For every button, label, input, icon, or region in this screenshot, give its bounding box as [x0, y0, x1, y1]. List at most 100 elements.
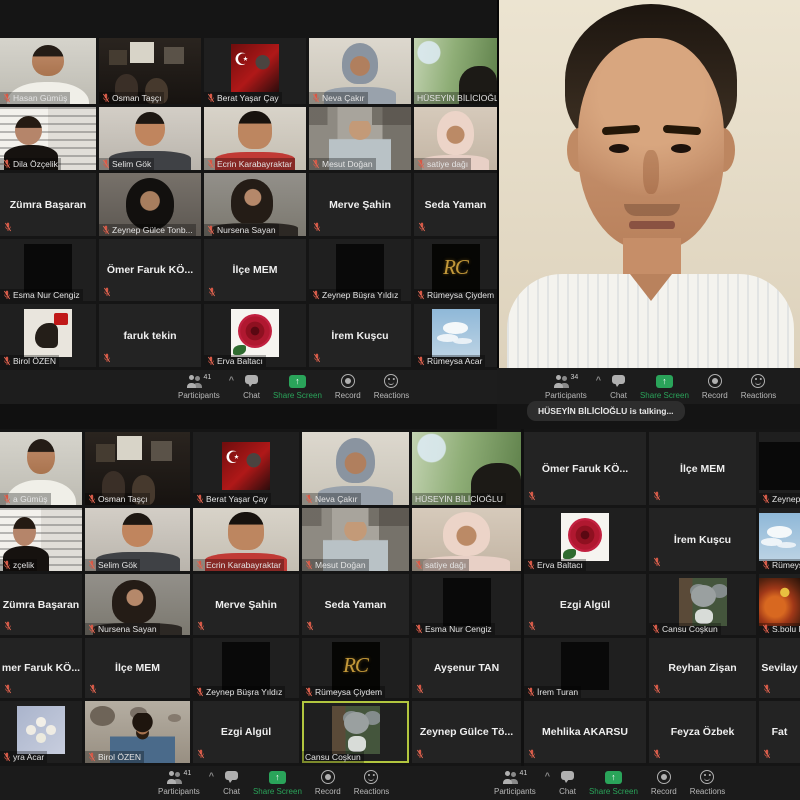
participant-tile[interactable]: satiye dağı	[412, 508, 521, 571]
participant-name: Zümra Başaran	[0, 574, 82, 635]
participant-tile[interactable]: Esma Nur Cengiz	[0, 239, 96, 301]
participant-tile[interactable]: Birol ÖZEN	[0, 304, 96, 367]
participant-tile[interactable]: Dila Özçelik	[0, 107, 96, 170]
participants-caret[interactable]: ^	[229, 375, 234, 385]
participant-tile[interactable]: Osman Taşçı	[85, 432, 190, 505]
participant-tile[interactable]: HÜSEYİN BİLİCİOĞLU	[414, 38, 497, 104]
participant-tile[interactable]: Ecrin Karabayraktar	[204, 107, 306, 170]
participant-tile[interactable]: Zeynep Büş	[759, 432, 800, 505]
participant-tile[interactable]: yra Acar	[0, 701, 82, 763]
chat-button[interactable]: Chat	[223, 770, 240, 796]
participant-tile[interactable]: Nursena Sayan	[204, 173, 306, 236]
participant-tile[interactable]: Zeynep Büşra Yıldız	[309, 239, 411, 301]
participant-tile[interactable]: Ayşenur TAN	[412, 638, 521, 698]
participants-button[interactable]: 41Participants	[494, 770, 536, 796]
mic-muted-icon	[653, 684, 661, 694]
participant-tile[interactable]: Zeynep Gülce Tö...	[412, 701, 521, 763]
participant-tile[interactable]: Mehlika AKARSU	[524, 701, 646, 763]
participant-tile[interactable]: Selim Gök	[99, 107, 201, 170]
participant-name: Ezgi Algül	[524, 574, 646, 635]
participant-tile[interactable]: Feyza Özbek	[649, 701, 756, 763]
record-button[interactable]: Record	[335, 374, 361, 400]
participant-tile[interactable]: Fat	[759, 701, 800, 763]
participant-tile[interactable]: İrem Kuşcu	[649, 508, 756, 571]
participant-tile[interactable]: Ecrin Karabayraktar	[193, 508, 299, 571]
participant-tile[interactable]: Rümeysa Acar	[414, 304, 497, 367]
participants-button[interactable]: 41Participants	[158, 770, 200, 796]
participant-tile[interactable]: Erva Baltacı	[524, 508, 646, 571]
participant-tile[interactable]: Ömer Faruk KÖ...	[524, 432, 646, 505]
participant-tile[interactable]: Zeynep Gülce Tonb...	[99, 173, 201, 236]
share-screen-button[interactable]: Share Screen	[589, 770, 638, 796]
participant-tile[interactable]: Rümeysa A	[759, 508, 800, 571]
participant-tile[interactable]: İrem Turan	[524, 638, 646, 698]
participant-tile[interactable]: Merve Şahin	[309, 173, 411, 236]
participant-tile[interactable]: Sevilay	[759, 638, 800, 698]
reactions-button[interactable]: Reactions	[690, 770, 726, 796]
participant-tile[interactable]: satiye dağı	[414, 107, 497, 170]
chat-button[interactable]: Chat	[559, 770, 576, 796]
participant-tile[interactable]: Esma Nur Cengiz	[412, 574, 521, 635]
participant-tile[interactable]: Mesut Doğan	[302, 508, 409, 571]
participant-tile[interactable]: Mesut Doğan	[309, 107, 411, 170]
participant-tile[interactable]: İlçe MEM	[204, 239, 306, 301]
reactions-button[interactable]: Reactions	[741, 374, 777, 400]
participant-tile[interactable]: İrem Kuşcu	[309, 304, 411, 367]
participant-tile[interactable]: Neva Çakır	[309, 38, 411, 104]
participant-tile[interactable]: Berat Yaşar Çay	[204, 38, 306, 104]
participant-tile[interactable]: Merve Şahin	[193, 574, 299, 635]
mic-muted-icon	[763, 684, 771, 694]
participants-button[interactable]: 41Participants	[178, 374, 220, 400]
participant-tile[interactable]: Selim Gök	[85, 508, 190, 571]
reactions-button[interactable]: Reactions	[354, 770, 390, 796]
participants-caret[interactable]: ^	[545, 771, 550, 781]
participant-tile[interactable]: a Gümüş	[0, 432, 82, 505]
participants-caret[interactable]: ^	[209, 771, 214, 781]
chat-button[interactable]: Chat	[243, 374, 260, 400]
participant-tile[interactable]: RCRümeysa Çiydem	[302, 638, 409, 698]
reactions-button[interactable]: Reactions	[374, 374, 410, 400]
participant-tile[interactable]: Zeynep Büşra Yıldız	[193, 638, 299, 698]
participant-tile[interactable]: Erva Baltacı	[204, 304, 306, 367]
record-button[interactable]: Record	[315, 770, 341, 796]
chat-button[interactable]: Chat	[610, 374, 627, 400]
participant-tile[interactable]: Cansu Coşkun	[649, 574, 756, 635]
participant-tile[interactable]: İlçe MEM	[649, 432, 756, 505]
participant-name: a Gümüş	[13, 494, 48, 504]
participant-tile[interactable]: mer Faruk KÖ...	[0, 638, 82, 698]
participant-tile[interactable]: Ömer Faruk KÖ...	[99, 239, 201, 301]
participant-tile[interactable]: Ezgi Algül	[193, 701, 299, 763]
participant-tile[interactable]: Reyhan Zişan	[649, 638, 756, 698]
participants-caret[interactable]: ^	[596, 375, 601, 385]
participant-label: Rümeysa Çiydem	[414, 289, 497, 301]
share-screen-button[interactable]: Share Screen	[273, 374, 322, 400]
participant-tile[interactable]: Zümra Başaran	[0, 173, 96, 236]
participant-tile[interactable]: Berat Yaşar Çay	[193, 432, 299, 505]
record-button[interactable]: Record	[651, 770, 677, 796]
participant-tile[interactable]: zçelik	[0, 508, 82, 571]
participant-tile[interactable]: Seda Yaman	[414, 173, 497, 236]
participant-tile[interactable]: Zümra Başaran	[0, 574, 82, 635]
mic-muted-icon	[207, 225, 215, 235]
share-screen-button[interactable]: Share Screen	[640, 374, 689, 400]
record-button[interactable]: Record	[702, 374, 728, 400]
toolbar-label: Share Screen	[273, 391, 322, 400]
participant-tile[interactable]: Nursena Sayan	[85, 574, 190, 635]
participant-tile[interactable]: faruk tekin	[99, 304, 201, 367]
rc-logo-visual: RC	[432, 244, 480, 292]
participant-tile[interactable]: HÜSEYİN BİLİCİOĞLU	[412, 432, 521, 505]
participant-tile[interactable]: Osman Taşçı	[99, 38, 201, 104]
participant-tile[interactable]: Hasan Gümüş	[0, 38, 96, 104]
participant-tile[interactable]: RCRümeysa Çiydem	[414, 239, 497, 301]
mic-muted-icon	[102, 159, 110, 169]
participant-tile[interactable]: Seda Yaman	[302, 574, 409, 635]
participant-tile[interactable]: Neva Çakır	[302, 432, 409, 505]
participant-tile[interactable]: İlçe MEM	[85, 638, 190, 698]
participant-tile[interactable]: Cansu Coşkun	[302, 701, 409, 763]
participant-tile[interactable]: Ezgi Algül	[524, 574, 646, 635]
share-screen-button[interactable]: Share Screen	[253, 770, 302, 796]
participant-tile[interactable]: S.bolu MEM	[759, 574, 800, 635]
mic-muted-icon	[653, 749, 661, 759]
participants-button[interactable]: 34Participants	[545, 374, 587, 400]
participant-tile[interactable]: Birol ÖZEN	[85, 701, 190, 763]
